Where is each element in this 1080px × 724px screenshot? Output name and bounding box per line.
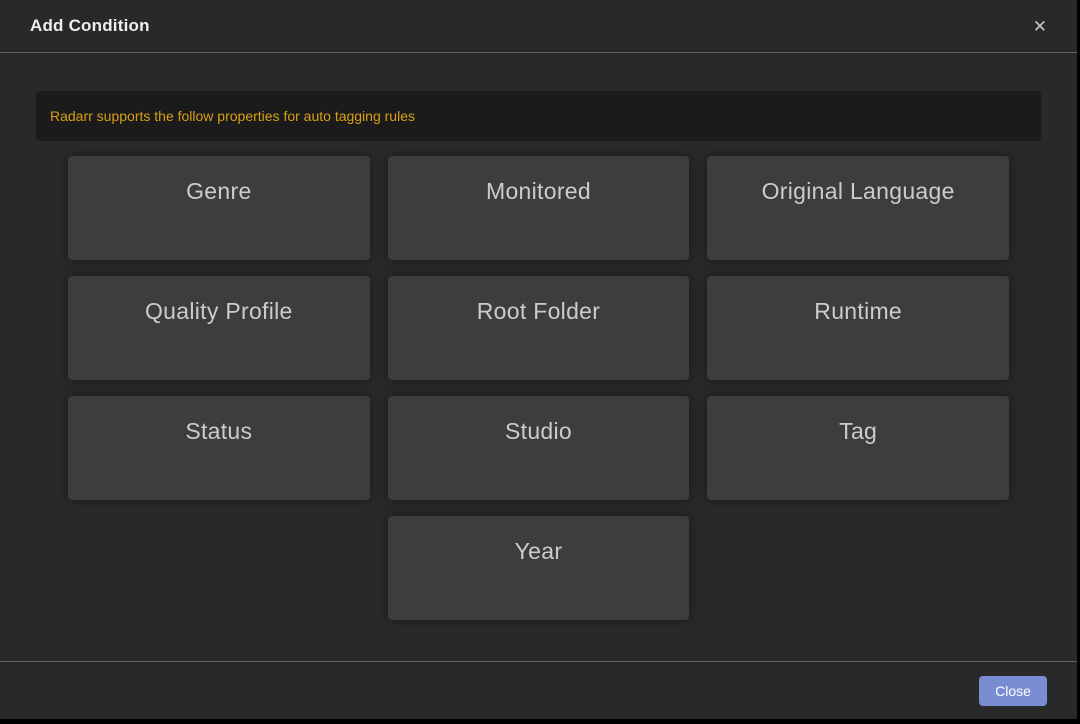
warning-alert-text: Radarr supports the follow properties fo… — [50, 108, 415, 124]
condition-card[interactable]: Studio — [388, 396, 690, 500]
condition-label: Year — [515, 538, 563, 564]
add-condition-modal: Add Condition ✕ Radarr supports the foll… — [0, 0, 1077, 719]
modal-title: Add Condition — [30, 16, 150, 36]
close-button[interactable]: Close — [979, 676, 1047, 706]
modal-body: Radarr supports the follow properties fo… — [0, 53, 1077, 661]
warning-alert: Radarr supports the follow properties fo… — [36, 91, 1041, 141]
condition-grid: Genre Monitored Original Language Qualit… — [68, 156, 1009, 620]
condition-label: Runtime — [814, 298, 902, 324]
condition-label: Quality Profile — [145, 298, 293, 324]
condition-card[interactable]: Quality Profile — [68, 276, 370, 380]
condition-label: Status — [185, 418, 252, 444]
condition-label: Original Language — [762, 178, 955, 204]
condition-card[interactable]: Monitored — [388, 156, 690, 260]
modal-footer: Close — [0, 661, 1077, 719]
modal-header: Add Condition ✕ — [0, 0, 1077, 53]
condition-card[interactable]: Original Language — [707, 156, 1009, 260]
condition-card[interactable]: Root Folder — [388, 276, 690, 380]
condition-label: Root Folder — [477, 298, 600, 324]
condition-card[interactable]: Tag — [707, 396, 1009, 500]
condition-card[interactable]: Runtime — [707, 276, 1009, 380]
condition-card[interactable]: Year — [388, 516, 690, 620]
condition-label: Monitored — [486, 178, 591, 204]
condition-card[interactable]: Genre — [68, 156, 370, 260]
close-icon[interactable]: ✕ — [1033, 18, 1047, 35]
condition-label: Studio — [505, 418, 572, 444]
condition-card[interactable]: Status — [68, 396, 370, 500]
condition-label: Genre — [186, 178, 251, 204]
condition-label: Tag — [839, 418, 877, 444]
